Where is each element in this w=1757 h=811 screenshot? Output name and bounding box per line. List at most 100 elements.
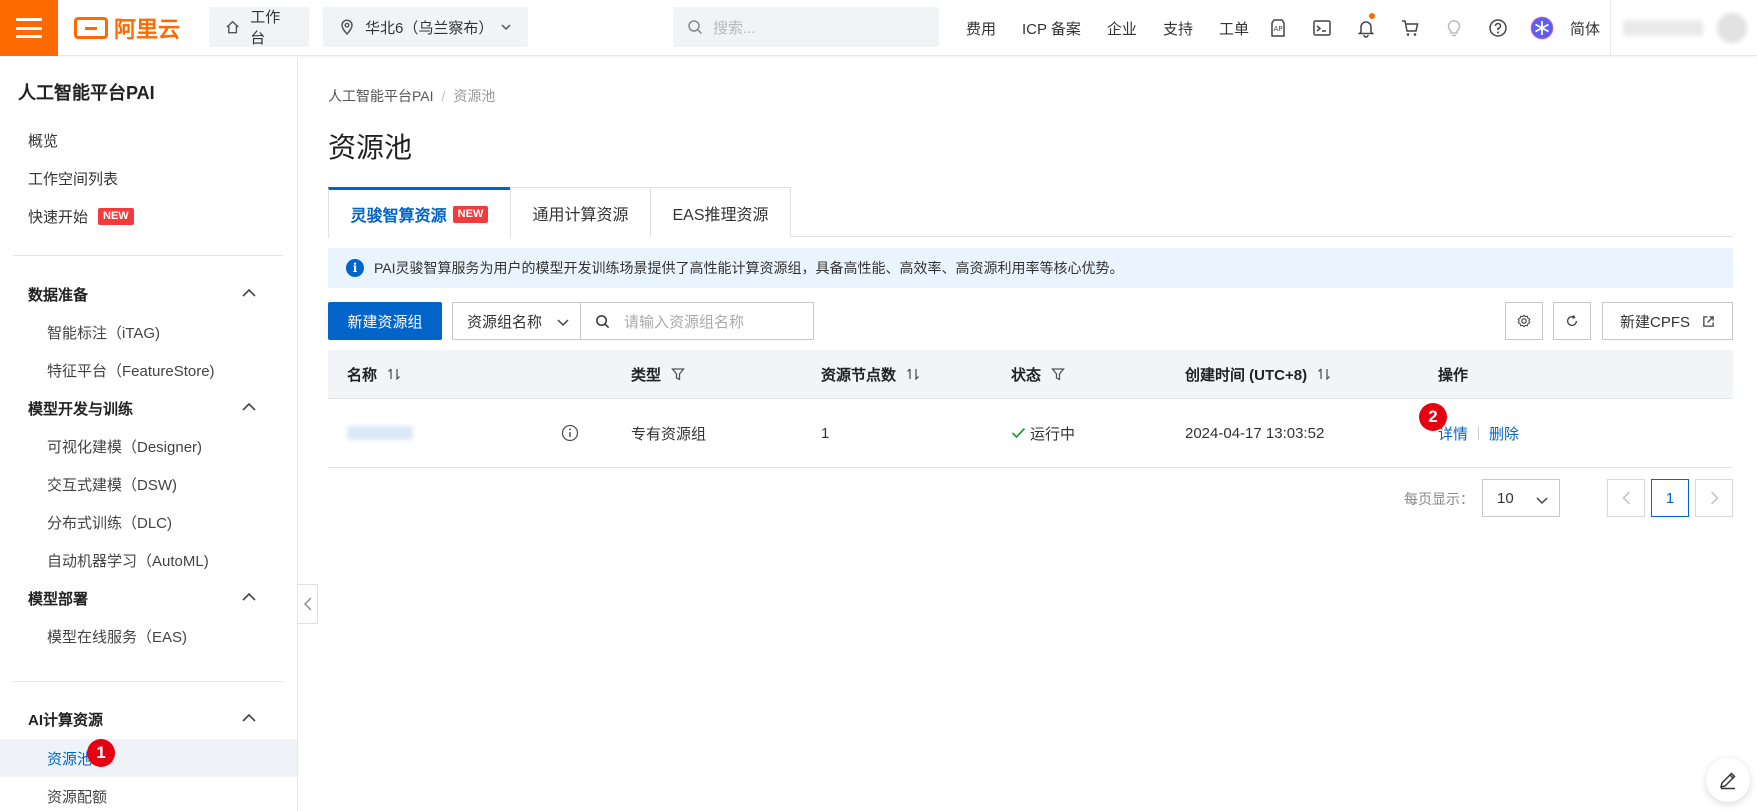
refresh-button[interactable] xyxy=(1553,302,1591,340)
sidebar-item-automl[interactable]: 自动机器学习（AutoML) xyxy=(0,541,297,579)
table-settings-button[interactable] xyxy=(1505,302,1543,340)
filter-field-select[interactable]: 资源组名称 xyxy=(452,302,581,340)
sidebar-group-data-prep[interactable]: 数据准备 xyxy=(0,275,297,313)
help-icon[interactable] xyxy=(1476,0,1520,56)
sidebar-item-label: 工作空间列表 xyxy=(28,170,119,188)
table-header: 名称 类型 资源节点数 状态 创建时间 (UTC+8) 操作 xyxy=(328,350,1733,399)
sidebar-group-deploy[interactable]: 模型部署 xyxy=(0,579,297,617)
info-notice: i PAI灵骏智算服务为用户的模型开发训练场景提供了高性能计算资源组，具备高性能… xyxy=(328,248,1733,288)
sidebar-item-label: 资源配额 xyxy=(47,788,108,806)
sidebar-item-workspaces[interactable]: 工作空间列表 xyxy=(0,159,297,197)
sidebar-item-featurestore[interactable]: 特征平台（FeatureStore) xyxy=(0,351,297,389)
top-links: 费用 ICP 备案 企业 支持 工单 xyxy=(966,0,1275,56)
sidebar-divider xyxy=(13,681,283,682)
status-text: 运行中 xyxy=(1030,425,1076,443)
page-title: 资源池 xyxy=(328,132,413,163)
sidebar-item-label: 可视化建模（Designer) xyxy=(47,438,203,456)
column-label: 操作 xyxy=(1438,366,1469,384)
sidebar-collapse-button[interactable] xyxy=(298,584,318,624)
breadcrumb-root[interactable]: 人工智能平台PAI xyxy=(328,88,434,104)
column-label: 类型 xyxy=(631,366,662,384)
logo-text: 阿里云 xyxy=(114,17,181,42)
sidebar-item-quickstart[interactable]: 快速开始 NEW xyxy=(0,197,297,235)
column-header-name[interactable]: 名称 xyxy=(347,350,401,398)
nav-link-ticket[interactable]: 工单 xyxy=(1219,18,1249,39)
column-label: 状态 xyxy=(1011,366,1042,384)
create-cpfs-button[interactable]: 新建CPFS xyxy=(1602,302,1733,340)
delete-link[interactable]: 删除 xyxy=(1489,423,1519,444)
sidebar-group-label: AI计算资源 xyxy=(28,711,104,729)
create-cpfs-label: 新建CPFS xyxy=(1619,313,1690,331)
gear-icon xyxy=(1517,314,1531,328)
resource-group-search-input[interactable]: 请输入资源组名称 xyxy=(580,302,814,340)
nav-link-support[interactable]: 支持 xyxy=(1163,18,1193,39)
sidebar-item-designer[interactable]: 可视化建模（Designer) xyxy=(0,427,297,465)
sort-icon xyxy=(907,368,919,380)
sidebar-item-dsw[interactable]: 交互式建模（DSW) xyxy=(0,465,297,503)
row-status: 运行中 xyxy=(1011,399,1075,467)
page-button-current[interactable]: 1 xyxy=(1651,479,1689,517)
global-search-input[interactable]: 搜索... xyxy=(673,7,939,47)
search-placeholder: 请输入资源组名称 xyxy=(624,313,745,331)
column-header-nodes[interactable]: 资源节点数 xyxy=(821,350,920,398)
prev-page-button[interactable] xyxy=(1607,479,1645,517)
new-badge: NEW xyxy=(452,205,489,223)
sidebar-item-itag[interactable]: 智能标注（iTAG) xyxy=(0,313,297,351)
tab-eas-inference[interactable]: EAS推理资源 xyxy=(650,187,791,237)
workbench-button[interactable]: 工作台 xyxy=(209,7,309,47)
tab-lingjun[interactable]: 灵骏智算资源 NEW xyxy=(328,187,511,238)
chevron-down-icon xyxy=(557,319,569,327)
sidebar-item-eas[interactable]: 模型在线服务（EAS) xyxy=(0,617,297,655)
language-switch[interactable]: 简体 xyxy=(1570,18,1600,39)
sidebar-group-model-dev[interactable]: 模型开发与训练 xyxy=(0,389,297,427)
refresh-icon xyxy=(1567,314,1578,327)
resource-group-name[interactable] xyxy=(347,399,413,467)
account-name-redacted xyxy=(1623,20,1703,36)
sidebar-item-label: 特征平台（FeatureStore) xyxy=(47,362,215,380)
floating-edit-button[interactable] xyxy=(1706,758,1750,802)
breadcrumb-current: 资源池 xyxy=(453,88,496,104)
breadcrumb-separator: / xyxy=(441,88,446,104)
search-icon xyxy=(596,314,610,328)
info-circle-icon xyxy=(561,424,579,442)
chevron-down-icon xyxy=(501,24,511,31)
sidebar-item-overview[interactable]: 概览 xyxy=(0,121,297,159)
region-label: 华北6（乌兰察布） xyxy=(365,19,494,37)
sidebar-group-label: 模型部署 xyxy=(28,590,89,608)
column-header-created[interactable]: 创建时间 (UTC+8) xyxy=(1185,350,1331,398)
sidebar-item-resource-quota[interactable]: 资源配额 xyxy=(0,777,297,811)
tab-general-compute[interactable]: 通用计算资源 xyxy=(510,187,651,237)
column-label: 资源节点数 xyxy=(821,366,897,384)
account-menu[interactable] xyxy=(1610,0,1757,56)
column-header-status[interactable]: 状态 xyxy=(1011,350,1065,398)
sidebar-item-resource-pool[interactable]: 资源池 xyxy=(0,739,297,777)
external-link-icon xyxy=(1703,315,1714,327)
column-header-type[interactable]: 类型 xyxy=(631,350,685,398)
create-resource-group-button[interactable]: 新建资源组 xyxy=(328,302,442,340)
notice-text: PAI灵骏智算服务为用户的模型开发训练场景提供了高性能计算资源组，具备高性能、高… xyxy=(374,260,1124,276)
region-selector[interactable]: 华北6（乌兰察布） xyxy=(323,7,528,47)
logo-mark-icon xyxy=(74,17,108,39)
chevron-up-icon xyxy=(242,592,256,601)
nav-link-icp[interactable]: ICP 备案 xyxy=(1022,18,1081,39)
nav-link-enterprise[interactable]: 企业 xyxy=(1107,18,1137,39)
bulb-icon[interactable] xyxy=(1432,0,1476,56)
sidebar-group-ai-compute[interactable]: AI计算资源 xyxy=(0,700,297,738)
sidebar: 人工智能平台PAI 概览 工作空间列表 快速开始 NEW 数据准备 智能标注（i… xyxy=(0,57,298,811)
cart-icon[interactable] xyxy=(1388,0,1432,56)
filter-icon xyxy=(1051,368,1065,381)
sidebar-item-label: 快速开始 xyxy=(28,208,89,226)
terminal-icon[interactable] xyxy=(1300,0,1344,56)
assistant-icon[interactable] xyxy=(1520,0,1564,56)
nav-link-billing[interactable]: 费用 xyxy=(966,18,996,39)
tab-label: 通用计算资源 xyxy=(532,206,629,224)
page-size-select[interactable]: 10 xyxy=(1482,479,1560,517)
bell-icon[interactable] xyxy=(1344,0,1388,56)
row-info-button[interactable] xyxy=(561,399,579,467)
sidebar-item-dlc[interactable]: 分布式训练（DLC) xyxy=(0,503,297,541)
hamburger-menu-button[interactable] xyxy=(0,0,58,56)
step-badge-2: 2 xyxy=(1419,403,1447,431)
app-icon[interactable]: AP xyxy=(1256,0,1300,56)
aliyun-logo[interactable]: 阿里云 xyxy=(74,13,180,43)
next-page-button[interactable] xyxy=(1695,479,1733,517)
